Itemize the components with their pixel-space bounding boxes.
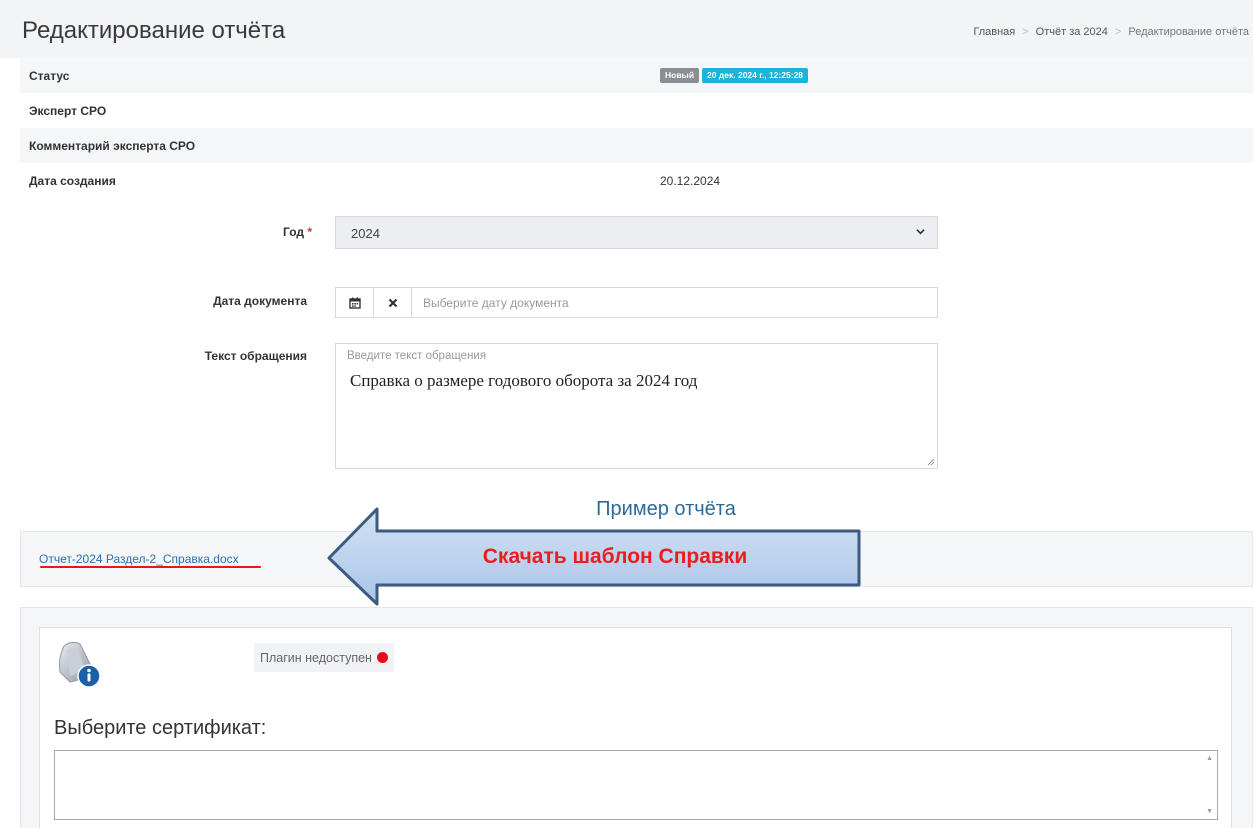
clear-icon — [388, 298, 397, 307]
template-file-link[interactable]: Отчет-2024 Раздел-2_Справка.docx — [39, 552, 239, 566]
info-value: Новый 20 дек. 2024 г., 12:25:28 — [660, 68, 809, 83]
scrollbar[interactable]: ▲ ▼ — [1201, 751, 1217, 819]
plugin-status: Плагин недоступен — [254, 643, 394, 672]
calendar-button[interactable] — [336, 288, 374, 317]
info-row-expert-comment: Комментарий эксперта СРО — [20, 128, 1253, 163]
year-label-text: Год — [282, 225, 304, 239]
breadcrumb-separator: > — [1022, 26, 1029, 38]
info-label: Комментарий эксперта СРО — [29, 138, 196, 153]
info-row-created: Дата создания 20.12.2024 — [20, 163, 1253, 198]
annotation-text: Скачать шаблон Справки — [482, 545, 748, 568]
resize-handle-icon[interactable] — [927, 458, 935, 466]
info-label: Статус — [29, 68, 70, 83]
status-dot-icon — [376, 652, 388, 663]
doc-date-label: Дата документа — [213, 294, 307, 308]
breadcrumb-separator: > — [1114, 26, 1122, 38]
page-header: Редактирование отчёта Главная > Отчёт за 2… — [0, 0, 1253, 58]
status-badge: Новый — [660, 68, 700, 83]
report-info-table: Статус Новый 20 дек. 2024 г., 12:25:28 Э… — [20, 58, 1253, 198]
breadcrumb-home[interactable]: Главная — [973, 26, 1015, 38]
scroll-down-icon[interactable]: ▼ — [1206, 808, 1213, 815]
page-title: Редактирование отчёта — [22, 17, 286, 44]
info-row-expert: Эксперт СРО — [20, 93, 1253, 128]
scroll-up-icon[interactable]: ▲ — [1206, 755, 1213, 762]
info-label: Эксперт СРО — [29, 103, 107, 118]
request-text-label: Текст обращения — [204, 349, 307, 363]
chevron-down-icon — [916, 229, 925, 235]
request-text-placeholder: Введите текст обращения — [347, 350, 487, 362]
plugin-status-text: Плагин недоступен — [260, 650, 372, 665]
breadcrumb: Главная > Отчёт за 2024 > Редактирование отч… — [973, 26, 1249, 38]
breadcrumb-current: Редактирование отчёта — [1128, 26, 1249, 38]
year-select-value: 2024 — [351, 226, 380, 241]
year-select[interactable]: 2024 — [335, 216, 938, 249]
calendar-icon — [348, 297, 361, 309]
breadcrumb-report[interactable]: Отчёт за 2024 — [1036, 26, 1108, 38]
info-icon — [59, 641, 101, 688]
info-value: 20.12.2024 — [660, 173, 721, 188]
info-row-status: Статус Новый 20 дек. 2024 г., 12:25:28 — [20, 58, 1253, 93]
certificate-heading: Выберите сертификат: — [54, 717, 267, 739]
doc-date-field: Выберите дату документа — [335, 287, 938, 318]
required-mark: * — [307, 225, 312, 239]
annotation-underline — [40, 566, 261, 568]
clear-date-button[interactable] — [374, 288, 412, 317]
status-date-badge: 20 дек. 2024 г., 12:25:28 — [702, 68, 809, 83]
doc-date-input[interactable]: Выберите дату документа — [412, 288, 937, 317]
certificate-list[interactable]: ▲ ▼ — [54, 750, 1218, 820]
request-text-value: Справка о размере годового оборота за 20… — [350, 371, 698, 390]
year-label: Год * — [200, 225, 312, 239]
request-text-textarea[interactable]: Введите текст обращения Справка о размер… — [335, 343, 938, 469]
info-label: Дата создания — [29, 173, 116, 188]
